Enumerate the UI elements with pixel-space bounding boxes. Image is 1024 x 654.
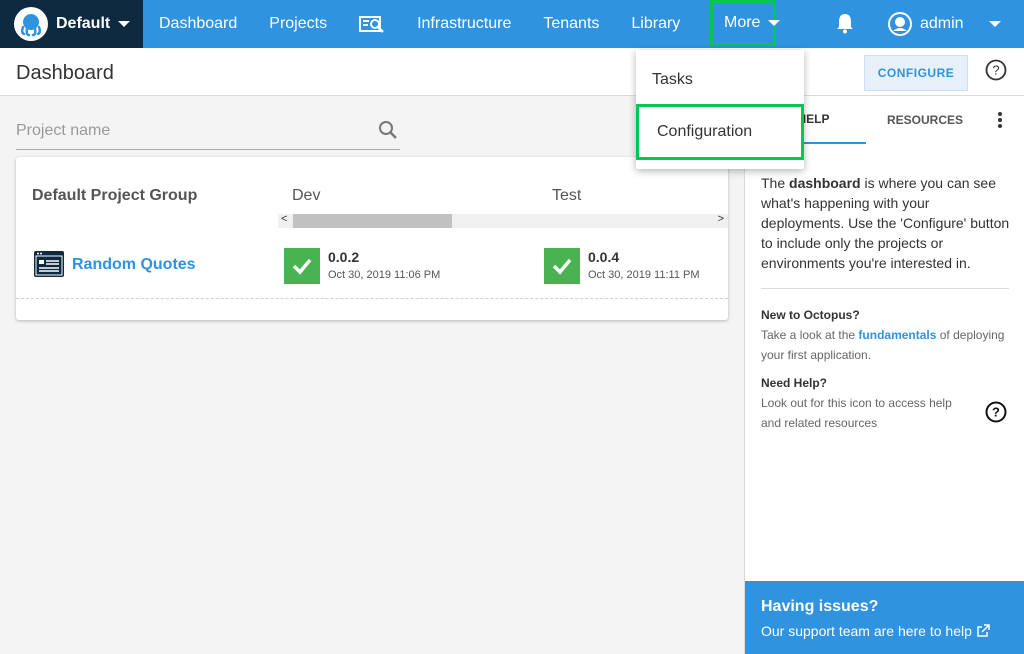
menu-item-configuration[interactable]: Configuration bbox=[636, 104, 804, 160]
external-link-icon bbox=[977, 624, 990, 637]
sidebar-divider bbox=[761, 288, 1009, 289]
environment-header-dev: Dev bbox=[292, 187, 321, 204]
fundamentals-link[interactable]: fundamentals bbox=[858, 328, 936, 342]
chevron-down-icon[interactable] bbox=[989, 21, 1001, 27]
top-nav: Default Dashboard Projects Infrastructur… bbox=[0, 0, 1024, 48]
help-intro-pre: The bbox=[761, 175, 790, 191]
search-input[interactable] bbox=[16, 122, 366, 140]
support-banner-title: Having issues? bbox=[761, 598, 879, 615]
new-text-pre: Take a look at the bbox=[761, 328, 859, 342]
release-cell-dev[interactable]: 0.0.2 Oct 30, 2019 11:06 PM bbox=[284, 248, 440, 284]
project-group-card: Default Project Group Dev Test < > Rando… bbox=[16, 157, 728, 320]
more-vert-icon[interactable] bbox=[995, 110, 1005, 130]
release-version: 0.0.4 bbox=[588, 249, 620, 265]
project-logo-icon bbox=[34, 251, 64, 277]
tab-resources[interactable]: RESOURCES bbox=[875, 96, 975, 144]
svg-text:?: ? bbox=[992, 63, 999, 78]
row-divider bbox=[16, 298, 728, 299]
project-group-title: Default Project Group bbox=[32, 187, 198, 204]
release-cell-test[interactable]: 0.0.4 Oct 30, 2019 11:11 PM bbox=[544, 248, 700, 284]
nav-dashboard[interactable]: Dashboard bbox=[143, 0, 253, 48]
scroll-right-icon[interactable]: > bbox=[718, 213, 724, 225]
project-search bbox=[16, 114, 400, 150]
nav-tasks-icon-button[interactable] bbox=[343, 0, 401, 48]
help-sidebar: HELP RESOURCES The dashboard is where yo… bbox=[744, 96, 1024, 654]
new-to-octopus-heading: New to Octopus? bbox=[761, 308, 860, 322]
need-help-text: Look out for this icon to access help an… bbox=[761, 396, 952, 430]
octopus-logo-icon bbox=[14, 7, 48, 41]
horizontal-scrollbar[interactable]: < > bbox=[278, 213, 728, 228]
help-intro: The dashboard is where you can see what'… bbox=[761, 173, 1011, 273]
environment-header-test: Test bbox=[552, 187, 582, 204]
space-name: Default bbox=[56, 15, 111, 32]
task-search-icon bbox=[359, 16, 384, 33]
scroll-left-icon[interactable]: < bbox=[281, 213, 287, 225]
release-date: Oct 30, 2019 11:11 PM bbox=[588, 269, 700, 281]
scrollbar-thumb[interactable] bbox=[293, 214, 452, 228]
avatar bbox=[888, 12, 912, 36]
bell-icon[interactable] bbox=[835, 12, 855, 34]
menu-item-tasks[interactable]: Tasks bbox=[652, 71, 693, 89]
release-version: 0.0.2 bbox=[328, 249, 360, 265]
help-icon: ? bbox=[985, 401, 1007, 423]
help-icon[interactable]: ? bbox=[985, 59, 1007, 81]
support-link[interactable]: Our support team are here to help bbox=[761, 623, 990, 639]
success-check-icon bbox=[544, 248, 580, 284]
new-to-octopus-text: Take a look at the fundamentals of deplo… bbox=[761, 325, 1015, 365]
success-check-icon bbox=[284, 248, 320, 284]
user-name: admin bbox=[920, 15, 964, 32]
nav-infrastructure[interactable]: Infrastructure bbox=[401, 0, 527, 48]
svg-text:?: ? bbox=[992, 405, 1000, 420]
configure-button[interactable]: CONFIGURE bbox=[864, 55, 968, 91]
page-title: Dashboard bbox=[16, 62, 114, 84]
page-header: Dashboard CONFIGURE ? bbox=[0, 48, 1024, 96]
help-intro-bold: dashboard bbox=[789, 175, 861, 191]
project-link-random-quotes[interactable]: Random Quotes bbox=[72, 256, 196, 274]
nav-more-label: More bbox=[724, 14, 761, 31]
chevron-down-icon bbox=[118, 21, 131, 27]
nav-projects[interactable]: Projects bbox=[253, 0, 343, 48]
nav-more[interactable]: More bbox=[710, 0, 781, 46]
nav-library[interactable]: Library bbox=[615, 0, 696, 48]
search-icon[interactable] bbox=[378, 120, 398, 140]
need-help-heading: Need Help? bbox=[761, 376, 828, 390]
support-banner: Having issues? Our support team are here… bbox=[745, 581, 1024, 654]
nav-tenants[interactable]: Tenants bbox=[527, 0, 615, 48]
chevron-down-icon bbox=[768, 20, 781, 26]
user-menu[interactable]: admin bbox=[888, 0, 964, 48]
more-dropdown-menu: Tasks Configuration bbox=[636, 50, 804, 169]
release-date: Oct 30, 2019 11:06 PM bbox=[328, 269, 441, 281]
space-switcher[interactable]: Default bbox=[0, 0, 143, 48]
support-link-label: Our support team are here to help bbox=[761, 623, 972, 639]
